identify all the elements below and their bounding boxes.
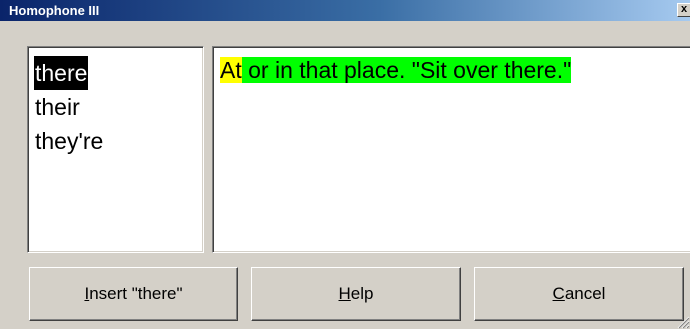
cancel-button[interactable]: Cancel [474,267,684,321]
help-button[interactable]: Help [251,267,461,321]
definition-remaining-text: or in that place. "Sit over there." [241,57,572,83]
definition-panel: At or in that place. "Sit over there." [212,46,690,253]
list-item-there[interactable]: there [34,56,89,90]
insert-button-label: nsert "there" [89,284,183,303]
homophone-list[interactable]: there their they're [27,46,204,253]
list-item-their[interactable]: their [34,90,81,124]
definition-text: At or in that place. "Sit over there." [220,55,690,86]
cancel-button-mnemonic: C [552,284,565,303]
resize-grip-icon[interactable] [676,314,690,329]
close-button[interactable]: x [677,3,690,17]
window-title: Homophone III [9,3,100,18]
close-icon: x [681,3,688,15]
homophone-dialog: Homophone III x there their they're At o… [0,0,690,329]
help-button-label: elp [350,284,374,303]
insert-button[interactable]: Insert "there" [29,267,238,321]
help-button-mnemonic: H [338,284,351,303]
list-item-theyre[interactable]: they're [34,124,104,158]
cancel-button-label: ancel [564,284,606,303]
title-bar[interactable]: Homophone III x [0,0,690,21]
definition-current-word: At [220,57,242,83]
